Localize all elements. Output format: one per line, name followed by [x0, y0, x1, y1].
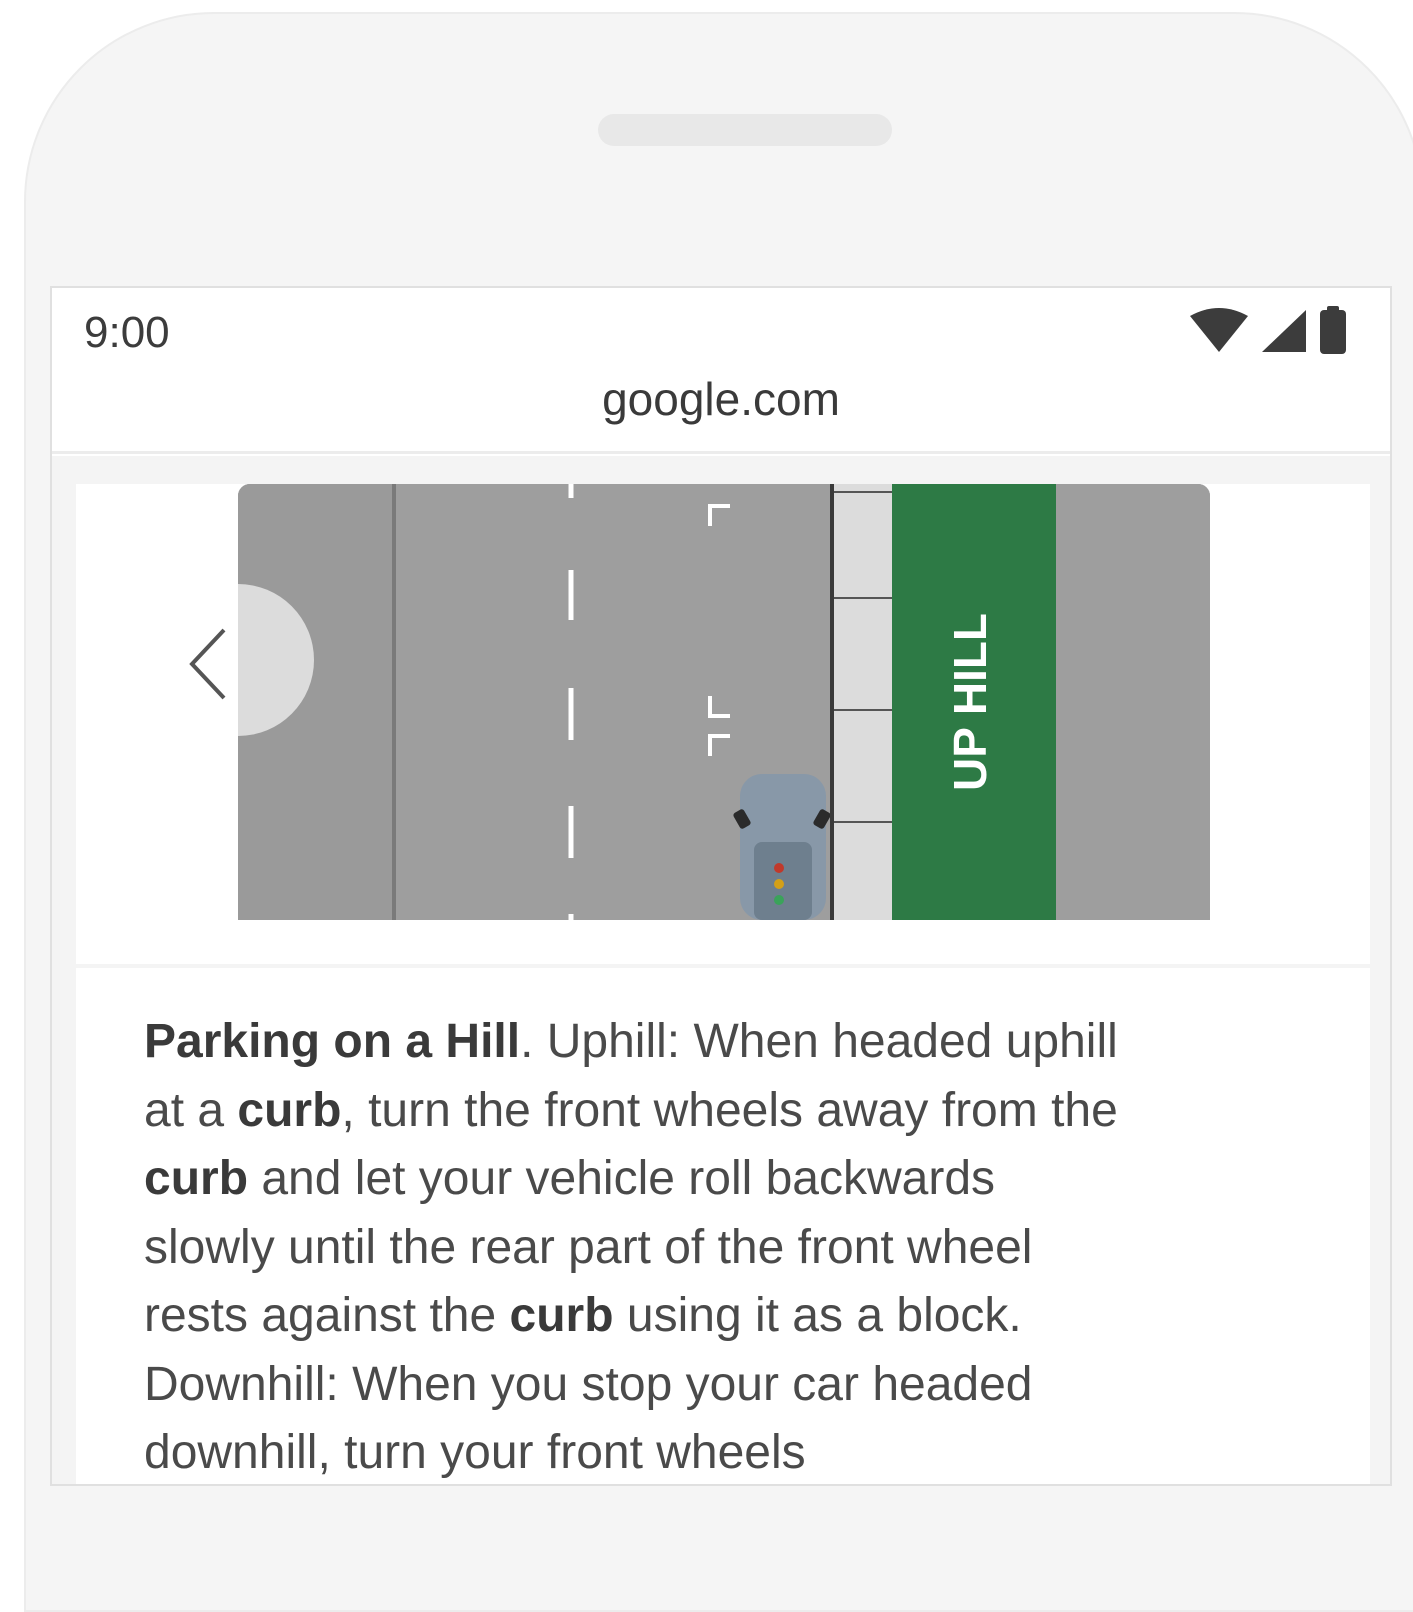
signal-icon	[1262, 310, 1306, 352]
snippet-text-2: , turn the front wheels away from the	[341, 1083, 1118, 1137]
result-snippet: Parking on a Hill. Uphill: When headed u…	[144, 1008, 1134, 1484]
phone-speaker	[598, 114, 892, 146]
snippet-bold-3: curb	[509, 1289, 614, 1342]
snippet-bold-2: curb	[144, 1152, 249, 1205]
url-text: google.com	[602, 373, 840, 425]
status-icons	[1188, 306, 1348, 356]
url-bar[interactable]: google.com	[52, 376, 1390, 454]
snippet-bold-1: curb	[237, 1083, 342, 1137]
parking-illustration[interactable]: UP HILL	[238, 484, 1210, 920]
chevron-left-icon[interactable]	[184, 624, 234, 704]
curb	[834, 484, 892, 920]
car	[733, 774, 831, 920]
status-bar: 9:00	[52, 288, 1390, 376]
up-hill-label: UP HILL	[944, 613, 996, 791]
result-text-card: Parking on a Hill. Uphill: When headed u…	[76, 968, 1370, 1484]
wifi-icon	[1190, 308, 1248, 352]
result-image-card: UP HILL	[76, 484, 1370, 964]
snippet-title: Parking on a Hill	[144, 1015, 521, 1068]
road-scene-svg: UP HILL	[238, 484, 1210, 920]
status-time: 9:00	[84, 308, 170, 357]
battery-icon	[1320, 306, 1346, 354]
phone-screen: 9:00 google.com UP HILL Parking on a Hil…	[50, 286, 1392, 1486]
